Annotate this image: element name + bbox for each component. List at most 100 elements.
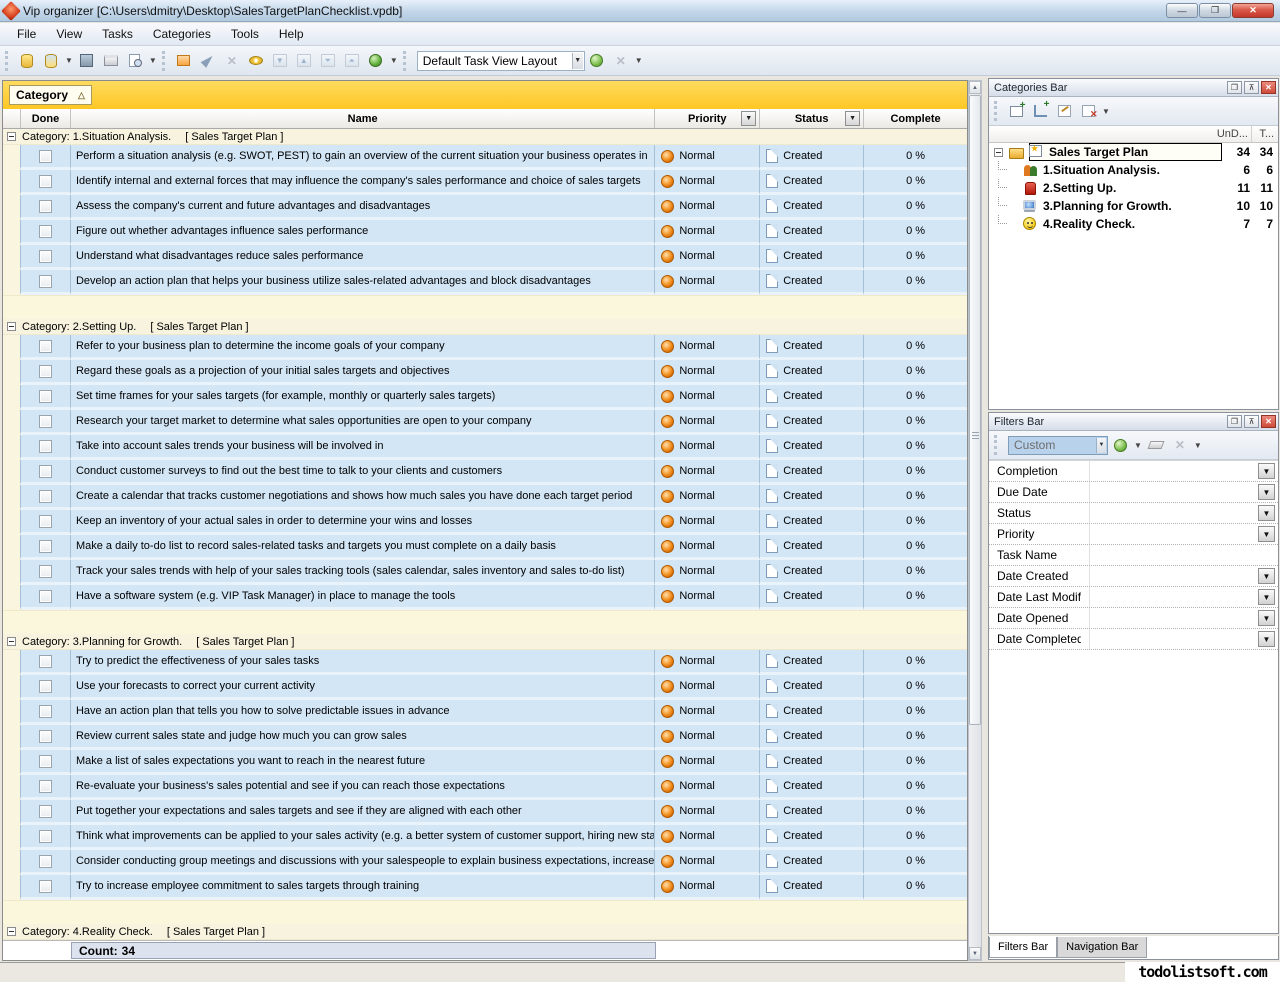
status-cell[interactable]: Created — [760, 700, 864, 725]
priority-cell[interactable]: Normal — [655, 195, 760, 220]
complete-cell[interactable]: 0 % — [864, 775, 967, 800]
priority-cell[interactable]: Normal — [655, 360, 760, 385]
table-vertical-scrollbar[interactable]: ▲ ▼ — [968, 80, 982, 961]
filter-preset-arrow-icon[interactable]: ▼ — [1096, 438, 1106, 453]
column-header-done[interactable]: Done — [21, 109, 71, 128]
print-dropdown-icon[interactable]: ▼ — [149, 56, 157, 65]
task-name-cell[interactable]: Understand what disadvantages reduce sal… — [71, 245, 655, 270]
category-group-header[interactable]: Category: 3.Planning for Growth. [ Sales… — [3, 634, 967, 650]
table-row[interactable]: Try to predict the effectiveness of your… — [3, 650, 967, 675]
status-cell[interactable]: Created — [760, 850, 864, 875]
task-name-cell[interactable]: Put together your expectations and sales… — [71, 800, 655, 825]
status-cell[interactable]: Created — [760, 335, 864, 360]
total-column-header[interactable]: T... — [1259, 128, 1274, 140]
status-cell[interactable]: Created — [760, 410, 864, 435]
priority-cell[interactable]: Normal — [655, 410, 760, 435]
table-row[interactable]: Review current sales state and judge how… — [3, 725, 967, 750]
filter-row[interactable]: Status ▼ — [989, 503, 1278, 524]
priority-cell[interactable]: Normal — [655, 725, 760, 750]
priority-cell[interactable]: Normal — [655, 220, 760, 245]
task-name-cell[interactable]: Take into account sales trends your busi… — [71, 435, 655, 460]
complete-cell[interactable]: 0 % — [864, 585, 967, 610]
priority-cell[interactable]: Normal — [655, 485, 760, 510]
save-database-button[interactable] — [76, 50, 98, 72]
task-name-cell[interactable]: Perform a situation analysis (e.g. SWOT,… — [71, 145, 655, 170]
done-checkbox[interactable] — [39, 855, 52, 868]
table-row[interactable]: Try to increase employee commitment to s… — [3, 875, 967, 900]
toolbar-grip[interactable] — [994, 435, 999, 455]
task-name-cell[interactable]: Think what improvements can be applied t… — [71, 825, 655, 850]
task-name-cell[interactable]: Refer to your business plan to determine… — [71, 335, 655, 360]
status-cell[interactable]: Created — [760, 775, 864, 800]
tree-root-row[interactable]: Sales Target Plan 34 34 — [989, 143, 1278, 161]
done-checkbox[interactable] — [39, 340, 52, 353]
complete-cell[interactable]: 0 % — [864, 700, 967, 725]
toolbar-grip[interactable] — [403, 51, 408, 71]
status-cell[interactable]: Created — [760, 535, 864, 560]
toolbar-grip[interactable] — [162, 51, 167, 71]
task-name-cell[interactable]: Research your target market to determine… — [71, 410, 655, 435]
done-checkbox[interactable] — [39, 440, 52, 453]
filter-value-dropdown[interactable]: ▼ — [1258, 568, 1275, 584]
status-cell[interactable]: Created — [760, 650, 864, 675]
task-name-cell[interactable]: Conduct customer surveys to find out the… — [71, 460, 655, 485]
complete-cell[interactable]: 0 % — [864, 485, 967, 510]
task-name-cell[interactable]: Create a calendar that tracks customer n… — [71, 485, 655, 510]
complete-cell[interactable]: 0 % — [864, 170, 967, 195]
recent-dropdown-icon[interactable]: ▼ — [65, 56, 73, 65]
filter-preset-combobox[interactable]: Custom ▼ — [1008, 436, 1108, 455]
categories-close-icon[interactable]: ✕ — [1261, 81, 1276, 94]
done-checkbox[interactable] — [39, 880, 52, 893]
status-cell[interactable]: Created — [760, 195, 864, 220]
priority-cell[interactable]: Normal — [655, 875, 760, 900]
apply-filter-button[interactable] — [1109, 434, 1131, 456]
status-cell[interactable]: Created — [760, 270, 864, 295]
table-row[interactable]: Figure out whether advantages influence … — [3, 220, 967, 245]
edit-task-button[interactable] — [197, 50, 219, 72]
priority-cell[interactable]: Normal — [655, 650, 760, 675]
filter-row[interactable]: Completion ▼ — [989, 461, 1278, 482]
task-name-cell[interactable]: Consider conducting group meetings and d… — [71, 850, 655, 875]
task-name-cell[interactable]: Keep an inventory of your actual sales i… — [71, 510, 655, 535]
categories-pin-icon[interactable]: ⊼ — [1244, 81, 1259, 94]
complete-cell[interactable]: 0 % — [864, 535, 967, 560]
minimize-button[interactable]: — — [1166, 3, 1198, 18]
status-cell[interactable]: Created — [760, 485, 864, 510]
complete-cell[interactable]: 0 % — [864, 560, 967, 585]
status-cell[interactable]: Created — [760, 750, 864, 775]
priority-cell[interactable]: Normal — [655, 535, 760, 560]
menu-item[interactable]: Tools — [222, 24, 268, 44]
delete-layout-button[interactable]: ✕ — [610, 50, 632, 72]
tree-item[interactable]: 1.Situation Analysis. 6 6 — [989, 161, 1278, 179]
delete-task-button[interactable]: ✕ — [221, 50, 243, 72]
status-filter-dropdown[interactable]: ▼ — [845, 111, 860, 126]
priority-cell[interactable]: Normal — [655, 245, 760, 270]
done-checkbox[interactable] — [39, 390, 52, 403]
filter-row[interactable]: Date Created ▼ — [989, 566, 1278, 587]
priority-cell[interactable]: Normal — [655, 435, 760, 460]
task-name-cell[interactable]: Try to predict the effectiveness of your… — [71, 650, 655, 675]
filters-restore-icon[interactable]: ❐ — [1227, 415, 1242, 428]
table-row[interactable]: Think what improvements can be applied t… — [3, 825, 967, 850]
complete-cell[interactable]: 0 % — [864, 220, 967, 245]
done-checkbox[interactable] — [39, 175, 52, 188]
complete-cell[interactable]: 0 % — [864, 195, 967, 220]
done-checkbox[interactable] — [39, 515, 52, 528]
status-cell[interactable]: Created — [760, 245, 864, 270]
task-name-cell[interactable]: Use your forecasts to correct your curre… — [71, 675, 655, 700]
done-checkbox[interactable] — [39, 755, 52, 768]
complete-cell[interactable]: 0 % — [864, 270, 967, 295]
table-row[interactable]: Refer to your business plan to determine… — [3, 335, 967, 360]
category-group-header[interactable]: Category: 2.Setting Up. [ Sales Target P… — [3, 319, 967, 335]
table-row[interactable]: Develop an action plan that helps your b… — [3, 270, 967, 295]
complete-cell[interactable]: 0 % — [864, 750, 967, 775]
categories-restore-icon[interactable]: ❐ — [1227, 81, 1242, 94]
move-down-button[interactable]: ▼ — [269, 50, 291, 72]
done-checkbox[interactable] — [39, 730, 52, 743]
priority-cell[interactable]: Normal — [655, 700, 760, 725]
done-checkbox[interactable] — [39, 590, 52, 603]
status-cell[interactable]: Created — [760, 145, 864, 170]
priority-cell[interactable]: Normal — [655, 750, 760, 775]
complete-cell[interactable]: 0 % — [864, 460, 967, 485]
collapse-icon[interactable] — [7, 927, 16, 936]
